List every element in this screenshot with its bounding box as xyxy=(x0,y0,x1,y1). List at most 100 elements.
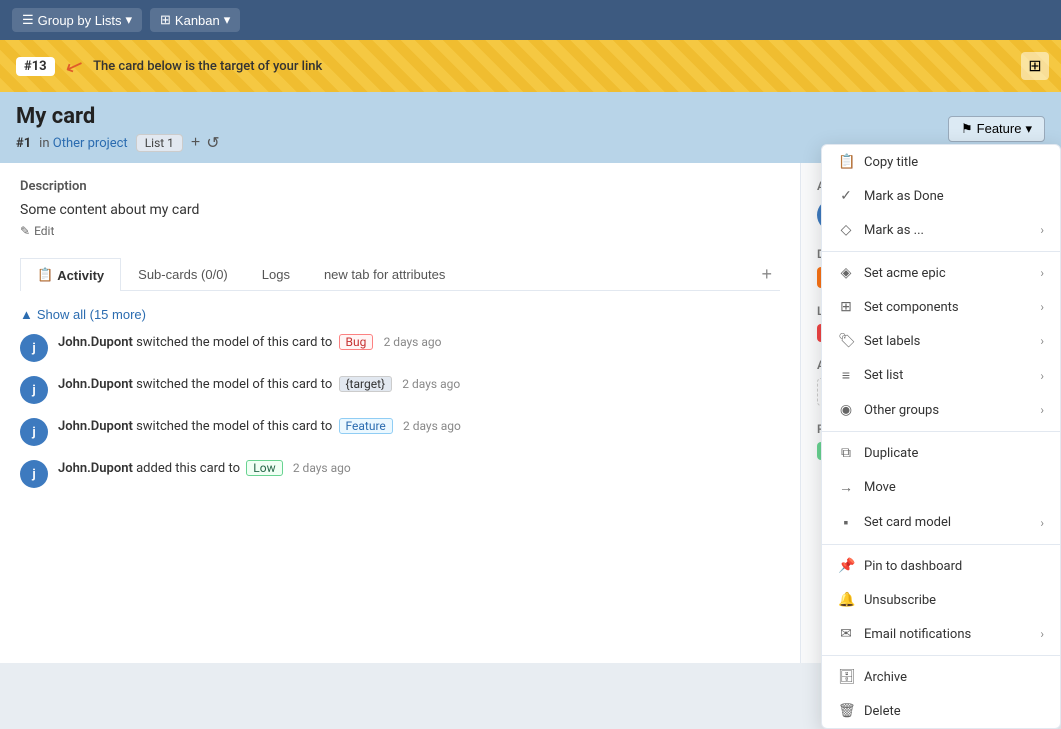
chevron-right-icon: › xyxy=(1040,334,1044,348)
trash-icon: 🗑 xyxy=(838,703,854,719)
show-all-btn[interactable]: ▲ Show all (15 more) xyxy=(20,307,146,322)
menu-set-labels[interactable]: 🏷 Set labels › xyxy=(822,324,1060,358)
menu-divider xyxy=(822,251,1060,252)
activity-user: John.Dupont xyxy=(58,419,133,434)
menu-duplicate[interactable]: ⧉ Duplicate xyxy=(822,436,1060,470)
menu-archive[interactable]: 🗄 Archive xyxy=(822,660,1060,694)
kanban-icon: ⊞ xyxy=(160,12,171,28)
activity-text: John.Dupont switched the model of this c… xyxy=(58,376,780,392)
menu-label: Set acme epic xyxy=(864,266,946,281)
copy-icon: 📋 xyxy=(838,154,854,170)
menu-label: Set labels xyxy=(864,334,920,349)
list-badge[interactable]: List 1 xyxy=(136,134,183,152)
card-main: Description Some content about my card ✎… xyxy=(0,163,801,663)
menu-unsubscribe[interactable]: 🔔 Unsubscribe xyxy=(822,583,1060,617)
tab-attributes[interactable]: new tab for attributes xyxy=(307,258,462,290)
activity-section: ▲ Show all (15 more) j John.Dupont switc… xyxy=(20,307,780,488)
activity-text: John.Dupont switched the model of this c… xyxy=(58,334,780,350)
feature-btn[interactable]: ⚑ Feature ▾ xyxy=(948,116,1045,142)
tab-icon: 📋 xyxy=(37,267,53,283)
add-meta-btn[interactable]: + xyxy=(191,133,200,153)
menu-delete[interactable]: 🗑 Delete xyxy=(822,694,1060,728)
list-icon: ☰ xyxy=(22,12,34,28)
menu-mark-as[interactable]: ◇ Mark as ... › xyxy=(822,213,1060,247)
menu-copy-title[interactable]: 📋 Copy title xyxy=(822,145,1060,179)
chevron-right-icon: › xyxy=(1040,300,1044,314)
menu-move[interactable]: → Move xyxy=(822,470,1060,505)
components-icon: ⊞ xyxy=(838,299,854,315)
move-icon: → xyxy=(838,479,854,496)
menu-label: Set components xyxy=(864,300,959,315)
menu-other-groups[interactable]: ◉ Other groups › xyxy=(822,393,1060,427)
activity-item: j John.Dupont added this card to Low 2 d… xyxy=(20,460,780,488)
menu-pin-dashboard[interactable]: 📌 Pin to dashboard xyxy=(822,549,1060,583)
chevron-down-icon: ▾ xyxy=(224,12,231,28)
card-model-icon: ▪ xyxy=(838,514,854,531)
chevron-right-icon: › xyxy=(1040,223,1044,237)
check-icon: ✓ xyxy=(838,188,854,204)
history-btn[interactable]: ↺ xyxy=(206,133,219,153)
group-by-lists-btn[interactable]: ☰ Group by Lists ▾ xyxy=(12,8,142,32)
email-icon: ✉ xyxy=(838,626,854,642)
card-header-right: ⚑ Feature ▾ xyxy=(948,116,1045,142)
activity-badge: Bug xyxy=(339,334,374,350)
menu-set-card-model[interactable]: ▪ Set card model › xyxy=(822,505,1060,540)
warning-banner: #13 ↙ The card below is the target of yo… xyxy=(0,40,1061,92)
chevron-right-icon: › xyxy=(1040,403,1044,417)
menu-label: Mark as Done xyxy=(864,189,944,204)
menu-mark-done[interactable]: ✓ Mark as Done xyxy=(822,179,1060,213)
add-tab-btn[interactable]: + xyxy=(753,260,780,289)
card-wrapper: My card #1 in Other project List 1 + ↺ xyxy=(0,92,1061,663)
chevron-right-icon: › xyxy=(1040,266,1044,280)
menu-label: Duplicate xyxy=(864,446,918,461)
menu-set-components[interactable]: ⊞ Set components › xyxy=(822,290,1060,324)
menu-divider xyxy=(822,655,1060,656)
top-toolbar: ☰ Group by Lists ▾ ⊞ Kanban ▾ xyxy=(0,0,1061,40)
label-icon: 🏷 xyxy=(838,333,854,349)
tab-logs[interactable]: Logs xyxy=(245,258,307,290)
chevron-right-icon: › xyxy=(1040,627,1044,641)
menu-label: Archive xyxy=(864,670,907,685)
activity-time: 2 days ago xyxy=(403,419,461,433)
menu-email-notifications[interactable]: ✉ Email notifications › xyxy=(822,617,1060,651)
edit-link[interactable]: ✎ Edit xyxy=(20,224,780,238)
pin-icon: 📌 xyxy=(838,558,854,574)
menu-label: Pin to dashboard xyxy=(864,559,962,574)
duplicate-icon: ⧉ xyxy=(838,445,854,461)
warning-close-btn[interactable]: ⊞ xyxy=(1021,52,1049,80)
description-label: Description xyxy=(20,179,780,194)
card-meta: #1 in Other project List 1 + ↺ xyxy=(16,133,220,153)
menu-label: Set card model xyxy=(864,515,951,530)
activity-text: John.Dupont added this card to Low 2 day… xyxy=(58,460,780,476)
chevron-right-icon: › xyxy=(1040,516,1044,530)
epic-icon: ◈ xyxy=(838,265,854,281)
menu-label: Other groups xyxy=(864,403,939,418)
menu-label: Email notifications xyxy=(864,627,971,642)
activity-time: 2 days ago xyxy=(384,335,442,349)
avatar: j xyxy=(20,334,48,362)
menu-label: Move xyxy=(864,480,896,495)
activity-badge: Low xyxy=(246,460,282,476)
tab-activity[interactable]: 📋 Activity xyxy=(20,258,121,291)
menu-set-epic[interactable]: ◈ Set acme epic › xyxy=(822,256,1060,290)
pencil-icon: ✎ xyxy=(20,224,30,238)
menu-label: Delete xyxy=(864,704,901,719)
menu-divider xyxy=(822,431,1060,432)
bell-icon: 🔔 xyxy=(838,592,854,608)
menu-set-list[interactable]: ≡ Set list › xyxy=(822,358,1060,393)
menu-label: Copy title xyxy=(864,155,918,170)
diamond-icon: ◇ xyxy=(838,222,854,238)
menu-divider xyxy=(822,544,1060,545)
card-meta-icons: + ↺ xyxy=(191,133,220,153)
kanban-btn[interactable]: ⊞ Kanban ▾ xyxy=(150,8,240,32)
archive-icon: 🗄 xyxy=(838,669,854,685)
flag-icon: ⚑ xyxy=(961,121,973,137)
context-menu: 📋 Copy title ✓ Mark as Done ◇ Mark as ..… xyxy=(821,144,1061,729)
project-link[interactable]: Other project xyxy=(53,136,128,151)
warning-text: The card below is the target of your lin… xyxy=(93,59,322,74)
tab-subcards[interactable]: Sub-cards (0/0) xyxy=(121,258,245,290)
menu-label: Set list xyxy=(864,368,903,383)
chevron-down-icon: ▾ xyxy=(125,12,132,28)
activity-user: John.Dupont xyxy=(58,461,133,476)
activity-item: j John.Dupont switched the model of this… xyxy=(20,418,780,446)
